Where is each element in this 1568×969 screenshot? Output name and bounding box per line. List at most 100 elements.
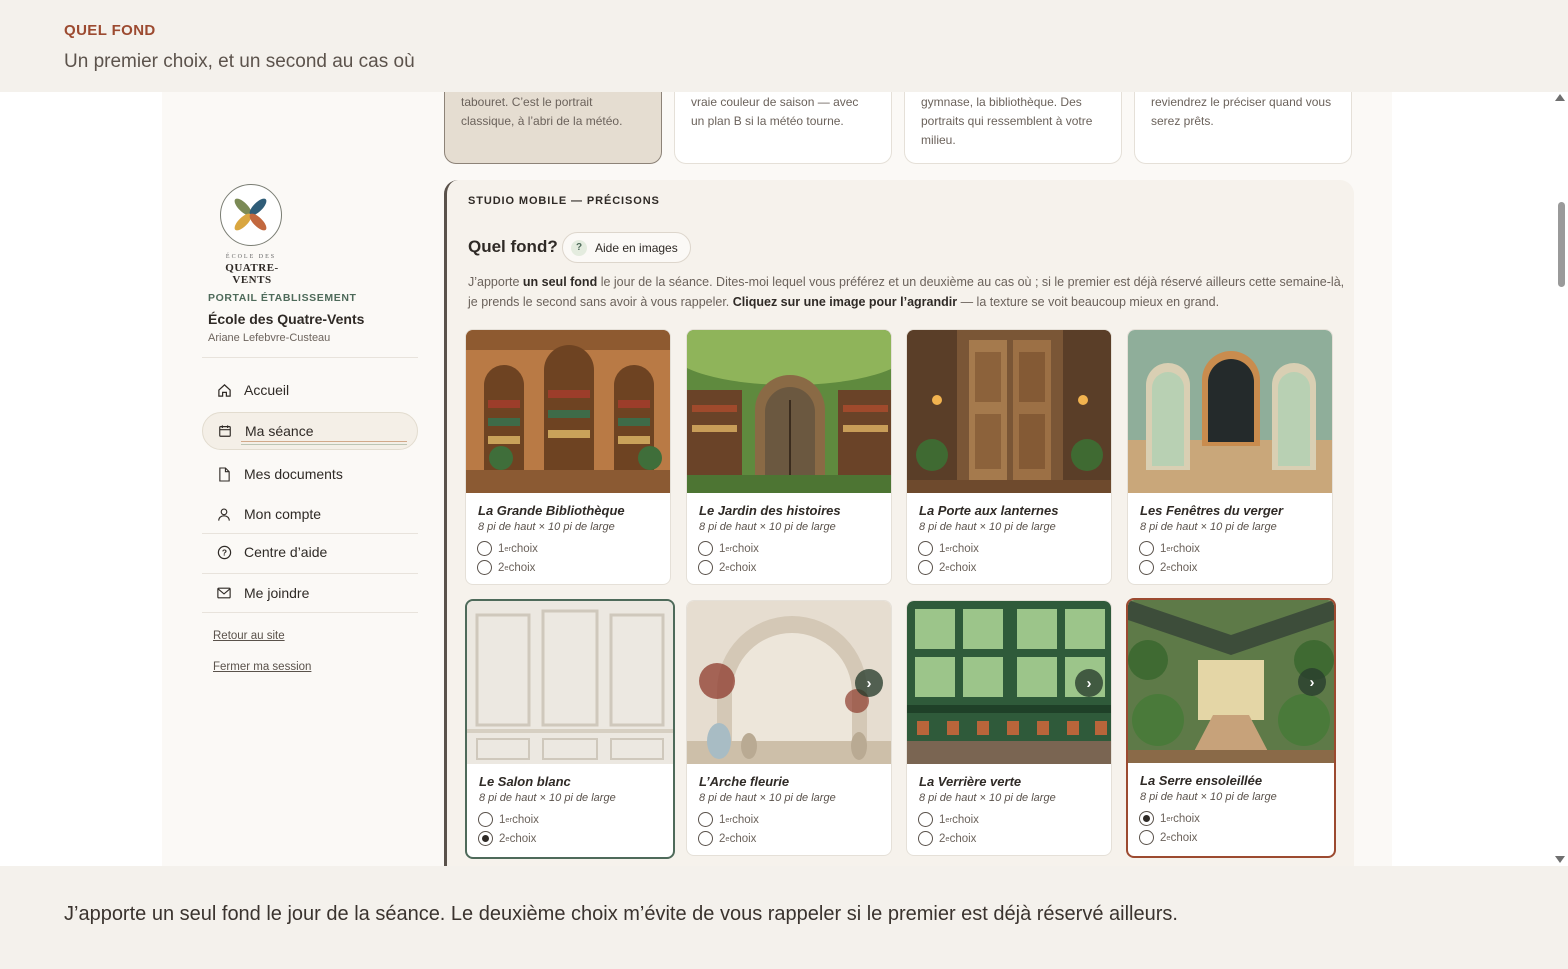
top-banner xyxy=(0,0,1568,92)
radio-button-selected[interactable] xyxy=(1139,811,1154,826)
second-choice-radio[interactable]: 2e choix xyxy=(1139,560,1197,575)
backdrop-image[interactable] xyxy=(907,330,1111,493)
location-option-card[interactable]: gymnase, la bibliothèque. Des portraits … xyxy=(904,92,1122,164)
radio-button[interactable] xyxy=(477,560,492,575)
second-choice-radio[interactable]: 2e choix xyxy=(698,560,756,575)
home-icon xyxy=(216,382,232,398)
portal-label: PORTAIL ÉTABLISSEMENT xyxy=(208,292,357,304)
school-logo xyxy=(220,184,282,246)
radio-button-selected[interactable] xyxy=(478,831,493,846)
location-option-card[interactable]: reviendrez le préciser quand vous serez … xyxy=(1134,92,1352,164)
radio-button[interactable] xyxy=(1139,541,1154,556)
radio-button[interactable] xyxy=(698,831,713,846)
radio-button[interactable] xyxy=(698,560,713,575)
intro-text: J’apporte un seul fond le jour de la séa… xyxy=(468,275,1345,309)
first-choice-radio[interactable]: 1 er choix xyxy=(918,812,979,827)
scroll-down-icon[interactable] xyxy=(1555,856,1565,863)
logo-wordmark: QUATRE-VENTS xyxy=(225,262,279,286)
scrollbar-thumb[interactable] xyxy=(1558,202,1565,287)
sidebar-item-mon-compte[interactable]: Mon compte xyxy=(202,495,418,533)
backdrop-dimensions: 8 pi de haut × 10 pi de large xyxy=(1140,791,1277,803)
backdrop-image[interactable] xyxy=(687,330,891,493)
second-choice-radio[interactable]: 2e choix xyxy=(477,560,535,575)
sidebar-item-label: Mon compte xyxy=(244,506,322,522)
backdrop-name: Les Fenêtres du verger xyxy=(1140,503,1284,518)
backdrop-card-first-choice[interactable]: › La Serre ensoleillée 8 pi de haut × 10… xyxy=(1126,598,1336,858)
backdrop-card[interactable]: Le Jardin des histoires 8 pi de haut × 1… xyxy=(686,329,892,585)
backdrop-image[interactable]: › xyxy=(907,601,1111,764)
backdrop-card[interactable]: › L’Arche fleurie 8 pi de haut × 10 pi d… xyxy=(686,600,892,856)
radio-button[interactable] xyxy=(1139,830,1154,845)
help-images-button[interactable]: ? Aide en images xyxy=(562,232,691,263)
sidebar-item-label: Ma séance xyxy=(245,423,314,439)
radio-button[interactable] xyxy=(477,541,492,556)
first-choice-radio[interactable]: 1 er choix xyxy=(1139,811,1200,826)
backdrop-dimensions: 8 pi de haut × 10 pi de large xyxy=(919,521,1056,533)
backdrop-image[interactable]: › xyxy=(687,601,891,764)
backdrop-image[interactable] xyxy=(467,601,673,764)
backdrop-image[interactable] xyxy=(1128,330,1332,493)
help-icon: ? xyxy=(216,544,232,560)
backdrop-card[interactable]: La Grande Bibliothèque 8 pi de haut × 10… xyxy=(465,329,671,585)
radio-button[interactable] xyxy=(698,812,713,827)
backdrop-dimensions: 8 pi de haut × 10 pi de large xyxy=(919,792,1056,804)
backdrop-name: Le Salon blanc xyxy=(479,774,571,789)
second-choice-radio[interactable]: 2e choix xyxy=(918,560,976,575)
vertical-scrollbar[interactable] xyxy=(1552,92,1568,866)
radio-button[interactable] xyxy=(918,541,933,556)
sidebar-item-label: Centre d’aide xyxy=(244,544,328,560)
location-option-card[interactable]: tabouret. C’est le portrait classique, à… xyxy=(444,92,662,164)
radio-button[interactable] xyxy=(478,812,493,827)
question-title: Quel fond? xyxy=(468,237,558,256)
second-choice-radio[interactable]: 2e choix xyxy=(918,831,976,846)
backdrop-dimensions: 8 pi de haut × 10 pi de large xyxy=(699,792,836,804)
sidebar-item-label: Me joindre xyxy=(244,585,310,601)
backdrop-card-second-choice[interactable]: Le Salon blanc 8 pi de haut × 10 pi de l… xyxy=(465,599,675,859)
sidebar-item-label: Mes documents xyxy=(244,466,343,482)
location-option-text: gymnase, la bibliothèque. Des portraits … xyxy=(921,95,1093,147)
backdrop-card[interactable]: La Porte aux lanternes 8 pi de haut × 10… xyxy=(906,329,1112,585)
next-image-button[interactable]: › xyxy=(855,669,883,697)
backdrop-name: La Grande Bibliothèque xyxy=(478,503,625,518)
logout-link[interactable]: Fermer ma session xyxy=(213,661,311,673)
radio-button[interactable] xyxy=(918,831,933,846)
backdrop-image[interactable] xyxy=(466,330,670,493)
scroll-up-icon[interactable] xyxy=(1555,94,1565,101)
logo-small-text: ÉCOLE DES xyxy=(225,254,277,260)
second-choice-radio[interactable]: 2e choix xyxy=(1139,830,1197,845)
radio-button[interactable] xyxy=(918,560,933,575)
sidebar-item-mes-documents[interactable]: Mes documents xyxy=(202,455,418,493)
radio-button[interactable] xyxy=(698,541,713,556)
sidebar-item-ma-seance[interactable]: Ma séance xyxy=(202,412,418,450)
radio-button[interactable] xyxy=(918,812,933,827)
second-choice-radio[interactable]: 2e choix xyxy=(698,831,756,846)
sidebar-divider xyxy=(202,612,418,613)
back-to-site-link[interactable]: Retour au site xyxy=(213,630,285,642)
calendar-icon xyxy=(217,423,233,439)
location-option-card[interactable]: vraie couleur de saison — avec un plan B… xyxy=(674,92,892,164)
next-image-button[interactable]: › xyxy=(1075,669,1103,697)
location-option-text: reviendrez le préciser quand vous serez … xyxy=(1151,95,1332,128)
first-choice-radio[interactable]: 1 er choix xyxy=(918,541,979,556)
backdrop-card[interactable]: › La Verrière verte 8 pi de haut × 10 pi… xyxy=(906,600,1112,856)
backdrop-dimensions: 8 pi de haut × 10 pi de large xyxy=(479,792,616,804)
first-choice-radio[interactable]: 1 er choix xyxy=(478,812,539,827)
sidebar-item-accueil[interactable]: Accueil xyxy=(202,371,418,409)
document-icon xyxy=(216,466,232,482)
question-icon: ? xyxy=(571,239,587,256)
user-icon xyxy=(216,506,232,522)
first-choice-radio[interactable]: 1 er choix xyxy=(698,541,759,556)
sidebar-divider xyxy=(202,357,418,358)
help-button-label: Aide en images xyxy=(595,240,678,255)
first-choice-radio[interactable]: 1 er choix xyxy=(477,541,538,556)
backdrop-image[interactable]: › xyxy=(1128,600,1334,763)
sidebar-item-centre-aide[interactable]: ? Centre d’aide xyxy=(202,533,418,571)
first-choice-radio[interactable]: 1 er choix xyxy=(698,812,759,827)
first-choice-radio[interactable]: 1 er choix xyxy=(1139,541,1200,556)
backdrop-card[interactable]: Les Fenêtres du verger 8 pi de haut × 10… xyxy=(1127,329,1333,585)
sidebar-item-me-joindre[interactable]: Me joindre xyxy=(202,574,418,612)
radio-button[interactable] xyxy=(1139,560,1154,575)
second-choice-radio[interactable]: 2e choix xyxy=(478,831,536,846)
next-image-button[interactable]: › xyxy=(1298,668,1326,696)
section-subtitle: Un premier choix, et un second au cas où xyxy=(64,51,415,72)
